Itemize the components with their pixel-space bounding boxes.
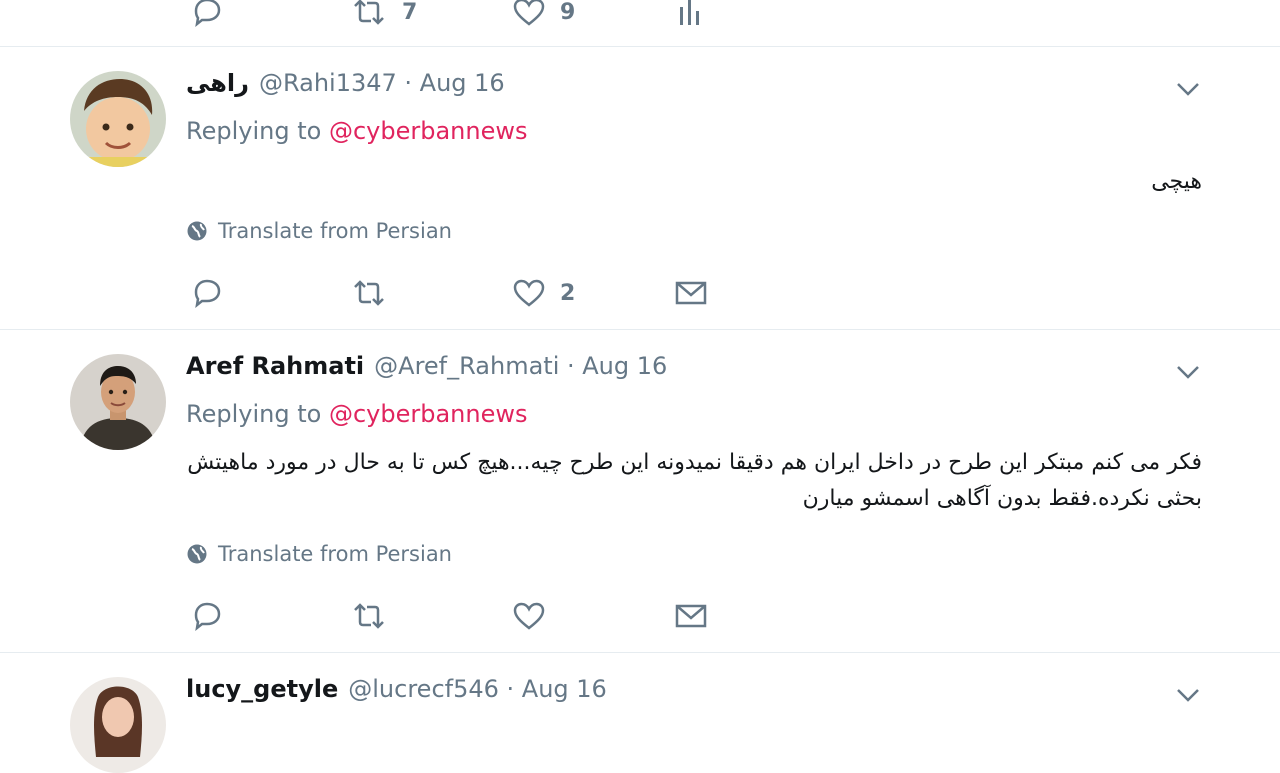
- chevron-down-icon: [1177, 366, 1199, 379]
- retweet-icon: [354, 280, 384, 306]
- retweet-button[interactable]: [350, 596, 388, 636]
- like-button[interactable]: [512, 596, 546, 636]
- user-handle-time[interactable]: @lucrecf546 · Aug 16: [348, 675, 607, 703]
- user-fullname[interactable]: راهی: [186, 69, 249, 97]
- globe-icon: [187, 221, 207, 241]
- user-handle-time[interactable]: @Aref_Rahmati · Aug 16: [374, 352, 667, 380]
- mention-link[interactable]: @cyberbannews: [329, 117, 528, 145]
- replying-label: Replying to: [186, 117, 322, 145]
- like-button[interactable]: 2: [512, 273, 575, 313]
- retweet-button[interactable]: [350, 273, 388, 313]
- analytics-icon: [680, 0, 699, 25]
- direct-message-button[interactable]: [674, 273, 708, 313]
- tweet-header: lucy_getyle @lucrecf546 · Aug 16: [186, 675, 607, 709]
- direct-message-button[interactable]: [674, 596, 708, 636]
- tweet-header: راهی @Rahi1347 · Aug 16: [186, 69, 505, 103]
- like-count: 9: [560, 0, 576, 25]
- reply-icon: [194, 0, 221, 27]
- analytics-button[interactable]: [676, 0, 704, 32]
- avatar[interactable]: [70, 354, 166, 450]
- avatar[interactable]: [70, 677, 166, 773]
- translate-button[interactable]: Translate from Persian: [186, 216, 452, 246]
- replying-to: Replying to @cyberbannews: [186, 400, 527, 428]
- user-fullname[interactable]: lucy_getyle: [186, 675, 338, 703]
- more-options-button[interactable]: [1174, 681, 1202, 709]
- heart-icon: [513, 279, 545, 307]
- replying-to: Replying to @cyberbannews: [186, 117, 527, 145]
- heart-icon: [513, 0, 545, 26]
- tweet-text: هیچی: [1151, 169, 1202, 194]
- retweet-icon: [354, 603, 384, 629]
- tweet-previous: 7 9: [0, 0, 1280, 47]
- tweet-header: Aref Rahmati @Aref_Rahmati · Aug 16: [186, 352, 667, 386]
- like-count: 2: [560, 280, 576, 306]
- translate-label: Translate from Persian: [218, 542, 452, 566]
- retweet-count: 7: [402, 0, 418, 25]
- retweet-button[interactable]: 7: [350, 0, 417, 32]
- tweet-actions: 7 9: [0, 0, 800, 32]
- more-options-button[interactable]: [1174, 358, 1202, 386]
- replying-label: Replying to: [186, 400, 322, 428]
- avatar[interactable]: [70, 71, 166, 167]
- heart-icon: [513, 602, 545, 630]
- chevron-down-icon: [1177, 83, 1199, 96]
- globe-icon: [187, 544, 207, 564]
- reply-icon: [194, 602, 221, 631]
- user-handle-time[interactable]: @Rahi1347 · Aug 16: [259, 69, 505, 97]
- translate-label: Translate from Persian: [218, 219, 452, 243]
- reply-button[interactable]: [190, 273, 224, 313]
- more-options-button[interactable]: [1174, 75, 1202, 103]
- user-fullname[interactable]: Aref Rahmati: [186, 352, 364, 380]
- reply-button[interactable]: [190, 0, 224, 32]
- tweet[interactable]: Aref Rahmati @Aref_Rahmati · Aug 16 Repl…: [0, 330, 1280, 653]
- retweet-icon: [354, 0, 384, 25]
- reply-icon: [194, 279, 221, 308]
- reply-button[interactable]: [190, 596, 224, 636]
- like-button[interactable]: 9: [512, 0, 575, 32]
- envelope-icon: [675, 604, 707, 628]
- tweet-actions: [0, 596, 800, 636]
- tweet-actions: 2: [0, 273, 800, 313]
- translate-button[interactable]: Translate from Persian: [186, 539, 452, 569]
- chevron-down-icon: [1177, 689, 1199, 702]
- tweet[interactable]: lucy_getyle @lucrecf546 · Aug 16: [0, 653, 1280, 773]
- tweet-text: فکر می کنم مبتکر این طرح در داخل ایران ه…: [187, 450, 1202, 511]
- mention-link[interactable]: @cyberbannews: [329, 400, 528, 428]
- envelope-icon: [675, 281, 707, 305]
- tweet[interactable]: راهی @Rahi1347 · Aug 16 Replying to @cyb…: [0, 47, 1280, 330]
